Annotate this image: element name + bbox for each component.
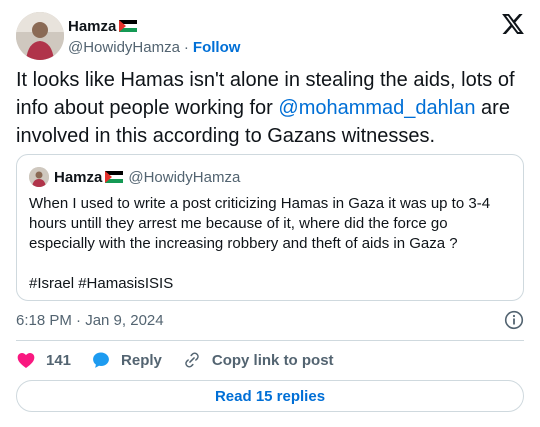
tweet-meta: 6:18 PM · Jan 9, 2024 xyxy=(16,310,524,330)
mention-link[interactable]: @mohammad_dahlan xyxy=(278,97,475,119)
quoted-author-name: Hamza xyxy=(54,168,103,186)
info-icon[interactable] xyxy=(504,310,524,330)
like-button[interactable]: 141 xyxy=(16,350,71,370)
reply-label: Reply xyxy=(121,351,162,369)
quoted-tweet-hashtags: #Israel #HamasisISIS xyxy=(29,275,174,292)
tweet-embed-card: Hamza @HowidyHamza · Follow It looks lik… xyxy=(0,0,540,427)
read-replies-button[interactable]: Read 15 replies xyxy=(16,380,524,412)
palestine-flag-icon xyxy=(105,171,124,183)
action-bar: 141 Reply Copy link to post xyxy=(16,348,354,372)
copy-link-button[interactable]: Copy link to post xyxy=(182,350,334,370)
quoted-tweet[interactable]: Hamza @HowidyHamza When I used to write … xyxy=(16,154,524,301)
link-icon xyxy=(185,352,199,368)
heart-icon xyxy=(17,353,35,368)
quoted-author-handle: @HowidyHamza xyxy=(128,168,241,186)
palestine-flag-icon xyxy=(119,20,138,32)
divider xyxy=(16,340,524,341)
quoted-author-avatar xyxy=(29,167,49,187)
quoted-tweet-text: When I used to write a post criticizing … xyxy=(29,195,491,252)
x-logo-icon[interactable] xyxy=(502,14,524,34)
tweet-header: Hamza @HowidyHamza · Follow xyxy=(16,12,524,60)
reply-bubble-icon xyxy=(93,352,109,368)
author-handle[interactable]: @HowidyHamza xyxy=(68,39,180,56)
timestamp-link[interactable]: 6:18 PM · Jan 9, 2024 xyxy=(16,312,164,329)
author-name[interactable]: Hamza xyxy=(68,18,116,35)
handle-separator: · xyxy=(183,39,189,56)
tweet-text: It looks like Hamas isn't alone in steal… xyxy=(16,66,524,150)
reply-button[interactable]: Reply xyxy=(91,350,162,370)
like-count: 141 xyxy=(46,351,72,369)
author-avatar[interactable] xyxy=(16,12,64,60)
author-block: Hamza @HowidyHamza · Follow xyxy=(68,16,241,57)
follow-button[interactable]: Follow xyxy=(193,39,241,56)
copy-link-label: Copy link to post xyxy=(211,351,334,369)
